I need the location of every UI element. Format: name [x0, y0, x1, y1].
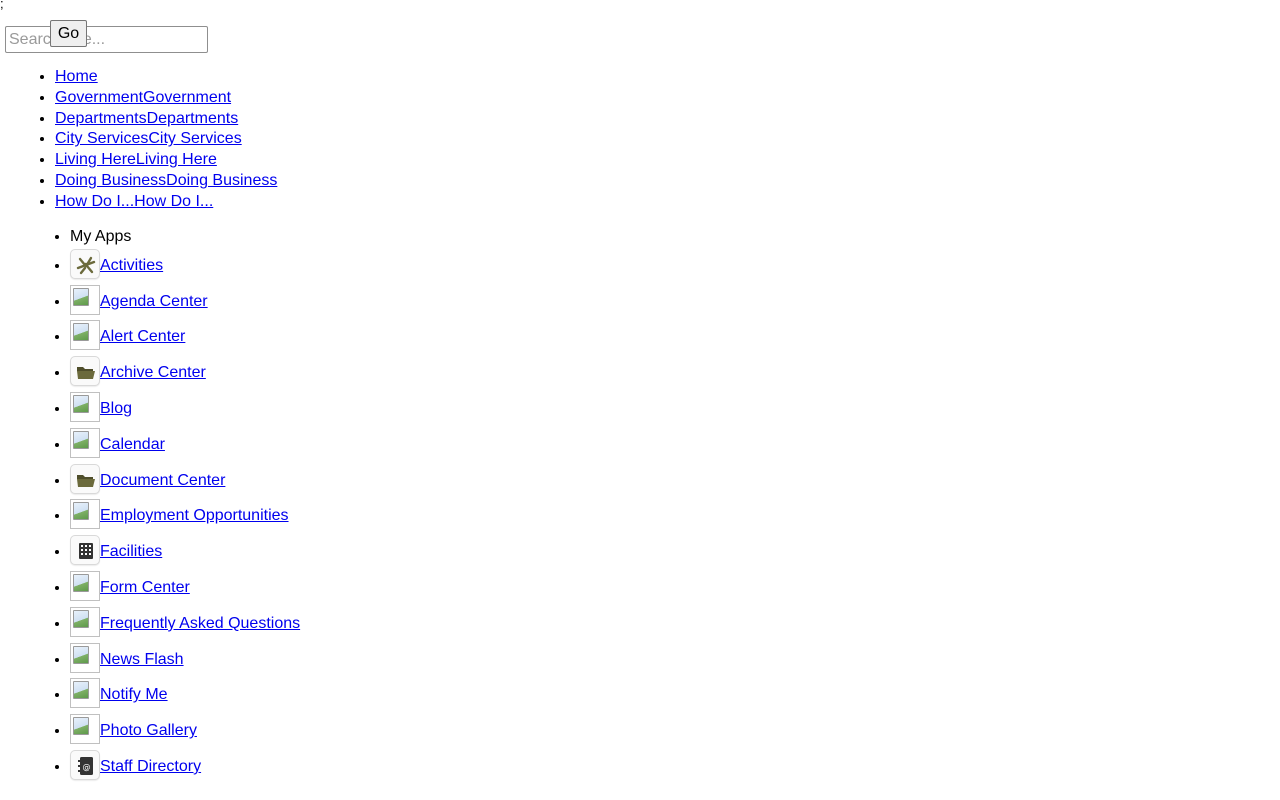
app-item-form-center: Form Center: [70, 570, 300, 607]
app-item-notify-me: Notify Me: [70, 678, 300, 714]
app-item-alert-center: Alert Center: [70, 320, 300, 356]
app-link-form-center[interactable]: Form Center: [100, 579, 190, 596]
app-link-notify-me[interactable]: Notify Me: [100, 686, 168, 703]
nav-item-departments: DepartmentsDepartments: [55, 109, 277, 130]
svg-text:@: @: [83, 762, 91, 771]
app-item-staff-directory: @ Staff Directory: [70, 749, 300, 786]
app-link-archive-center[interactable]: Archive Center: [100, 364, 206, 381]
activities-icon: [70, 248, 100, 279]
nav-link-how-do-i[interactable]: How Do I...How Do I...: [55, 193, 213, 210]
main-navigation: Home GovernmentGovernment DepartmentsDep…: [0, 67, 277, 213]
broken-image-icon: [70, 320, 100, 351]
folder-icon: [70, 463, 100, 494]
nav-item-city-services: City ServicesCity Services: [55, 129, 277, 150]
broken-image-icon: [70, 606, 100, 637]
broken-image-icon: [70, 678, 100, 709]
go-button[interactable]: Go: [50, 20, 87, 47]
broken-image-icon: [70, 714, 100, 745]
nav-link-city-services[interactable]: City ServicesCity Services: [55, 130, 242, 147]
app-link-agenda-center[interactable]: Agenda Center: [100, 293, 208, 310]
app-link-facilities[interactable]: Facilities: [100, 543, 162, 560]
nav-link-home[interactable]: Home: [55, 68, 98, 85]
app-link-employment-opportunities[interactable]: Employment Opportunities: [100, 507, 289, 524]
app-link-calendar[interactable]: Calendar: [100, 436, 165, 453]
app-item-facilities: Facilities: [70, 535, 300, 571]
nav-item-government: GovernmentGovernment: [55, 88, 277, 109]
search-form: Go: [5, 20, 208, 53]
app-item-document-center: Document Center: [70, 463, 300, 500]
app-link-activities[interactable]: Activities: [100, 257, 163, 274]
app-item-agenda-center: Agenda Center: [70, 284, 300, 321]
address-book-icon: @: [70, 749, 100, 780]
app-link-staff-directory[interactable]: Staff Directory: [100, 758, 201, 775]
my-apps-list: My Apps Activities Agenda Center Alert C…: [0, 227, 300, 786]
nav-link-doing-business[interactable]: Doing BusinessDoing Business: [55, 172, 277, 189]
app-link-document-center[interactable]: Document Center: [100, 472, 225, 489]
app-item-archive-center: Archive Center: [70, 356, 300, 392]
app-item-activities: Activities: [70, 248, 300, 285]
app-item-news-flash: News Flash: [70, 642, 300, 679]
stray-semicolon-text: ;: [0, 0, 4, 11]
nav-item-how-do-i: How Do I...How Do I...: [55, 192, 277, 213]
app-link-news-flash[interactable]: News Flash: [100, 651, 184, 668]
nav-item-home: Home: [55, 67, 277, 88]
app-item-photo-gallery: Photo Gallery: [70, 714, 300, 750]
broken-image-icon: [70, 570, 100, 601]
broken-image-icon: [70, 642, 100, 673]
app-link-alert-center[interactable]: Alert Center: [100, 328, 185, 345]
folder-icon: [70, 356, 100, 387]
broken-image-icon: [70, 427, 100, 458]
building-icon: [70, 535, 100, 566]
app-link-faq[interactable]: Frequently Asked Questions: [100, 615, 300, 632]
search-input[interactable]: [5, 26, 208, 53]
app-link-photo-gallery[interactable]: Photo Gallery: [100, 722, 197, 739]
nav-link-living-here[interactable]: Living HereLiving Here: [55, 151, 217, 168]
nav-item-living-here: Living HereLiving Here: [55, 150, 277, 171]
nav-link-government[interactable]: GovernmentGovernment: [55, 89, 231, 106]
broken-image-icon: [70, 391, 100, 422]
broken-image-icon: [70, 284, 100, 315]
broken-image-icon: [70, 499, 100, 530]
app-link-blog[interactable]: Blog: [100, 400, 132, 417]
app-item-employment-opportunities: Employment Opportunities: [70, 499, 300, 535]
app-item-blog: Blog: [70, 391, 300, 428]
nav-item-doing-business: Doing BusinessDoing Business: [55, 171, 277, 192]
my-apps-header: My Apps: [70, 227, 300, 248]
app-item-faq: Frequently Asked Questions: [70, 606, 300, 643]
nav-link-departments[interactable]: DepartmentsDepartments: [55, 110, 238, 127]
app-item-calendar: Calendar: [70, 427, 300, 464]
